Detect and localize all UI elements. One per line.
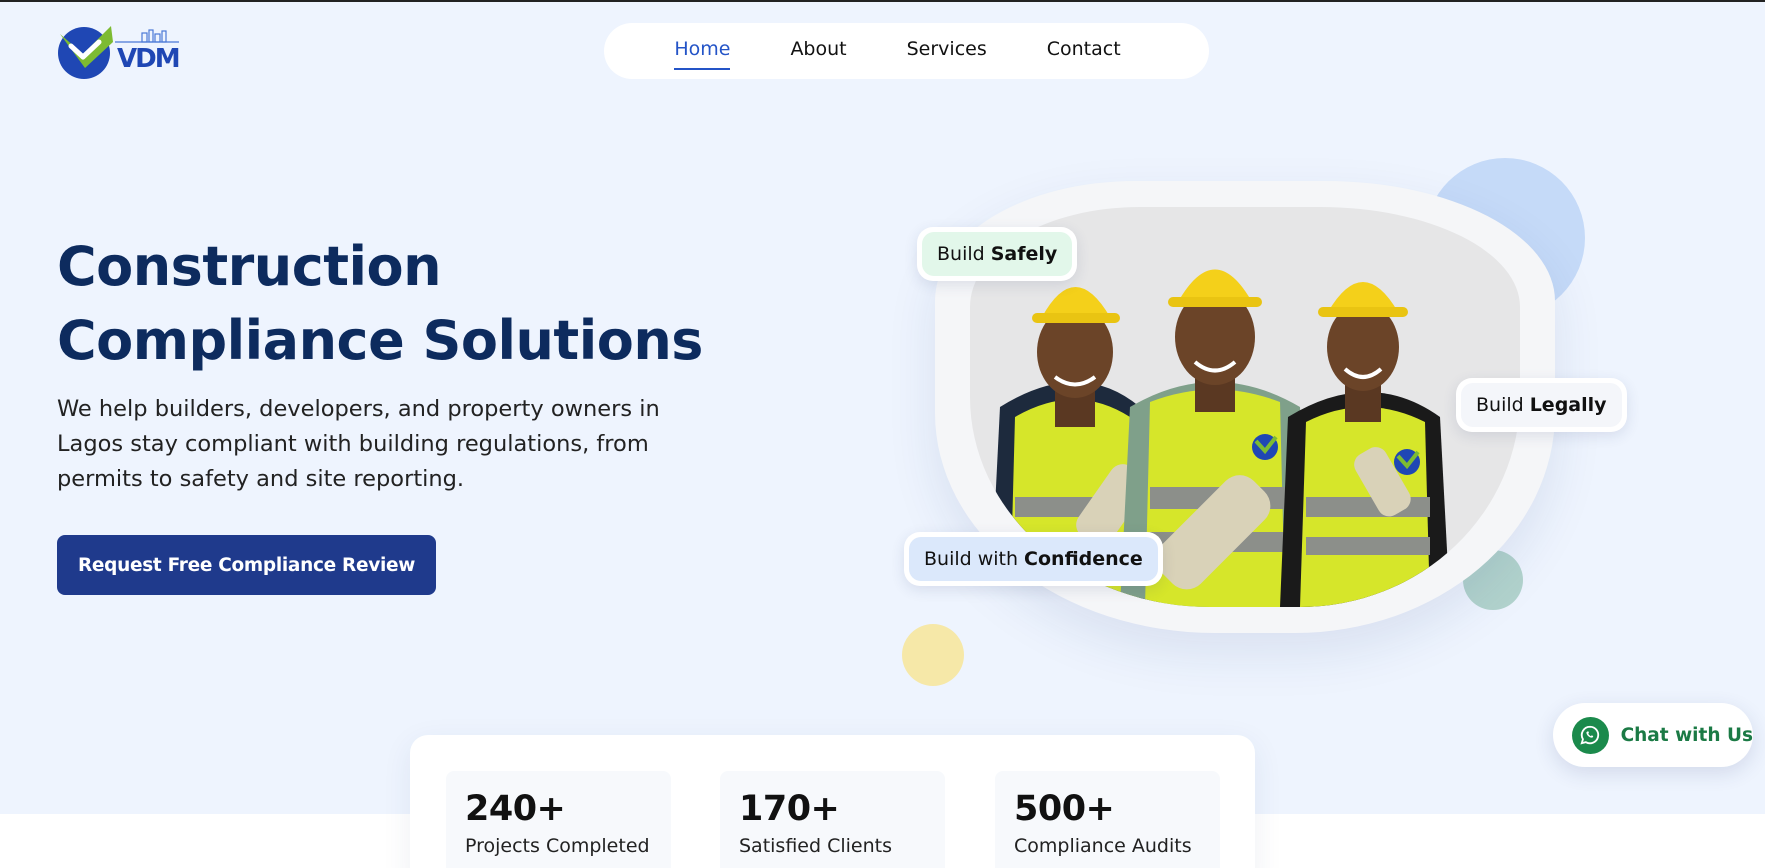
chat-with-us-button[interactable]: Chat with Us (1553, 703, 1753, 767)
stats-card: 240+ Projects Completed 170+ Satisfied C… (410, 735, 1255, 868)
logo-wordmark: VDM (117, 44, 181, 74)
whatsapp-icon (1572, 716, 1609, 754)
hero-title-line2: Compliance Solutions (57, 309, 703, 372)
vdm-logo[interactable]: VDM (57, 24, 182, 80)
badge-safely-emphasis: Safely (990, 243, 1058, 265)
badge-build-legally: Build Legally (1456, 378, 1627, 432)
nav-about[interactable]: About (790, 38, 846, 64)
hero-subtitle: We help builders, developers, and proper… (57, 396, 660, 492)
badge-build-confidence: Build with Confidence (904, 532, 1163, 586)
main-nav: Home About Services Contact (604, 23, 1209, 79)
badge-confidence-emphasis: Confidence (1024, 548, 1143, 570)
nav-home[interactable]: Home (674, 38, 731, 70)
badge-confidence-prefix: Build with (924, 548, 1019, 570)
stat-value: 500+ (1014, 789, 1115, 829)
hero-title-line1: Construction (57, 235, 442, 298)
badge-legally-prefix: Build (1476, 394, 1524, 416)
stat-clients: 170+ Satisfied Clients (720, 771, 945, 868)
badge-build-safely: Build Safely (917, 227, 1078, 281)
stat-label: Projects Completed (465, 835, 650, 857)
badge-legally-emphasis: Legally (1529, 394, 1607, 416)
page: VDM Home About Services Contact Construc… (0, 0, 1765, 868)
stat-audits: 500+ Compliance Audits (995, 771, 1220, 868)
worker-right (1280, 282, 1450, 607)
stat-value: 240+ (465, 789, 566, 829)
nav-contact[interactable]: Contact (1047, 38, 1121, 64)
chat-label: Chat with Us (1620, 724, 1753, 746)
stat-label: Compliance Audits (1014, 835, 1192, 857)
nav-services[interactable]: Services (907, 38, 987, 64)
stat-projects: 240+ Projects Completed (446, 771, 671, 868)
decorative-yellow-circle (902, 624, 964, 686)
badge-safely-prefix: Build (937, 243, 985, 265)
request-review-button[interactable]: Request Free Compliance Review (57, 535, 436, 595)
stat-value: 170+ (739, 789, 840, 829)
stat-label: Satisfied Clients (739, 835, 892, 857)
hero-title: Construction Compliance Solutions (57, 230, 757, 378)
